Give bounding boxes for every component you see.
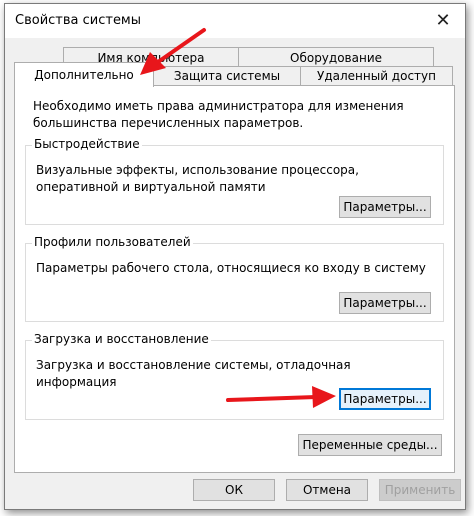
advanced-tab-panel: Необходимо иметь права администратора дл…: [14, 85, 455, 473]
title-bar[interactable]: Свойства системы ✕: [5, 4, 465, 38]
startup-recovery-group: Загрузка и восстановление Загрузка и вос…: [25, 332, 444, 420]
tab-hardware[interactable]: Оборудование: [238, 47, 434, 67]
environment-variables-button[interactable]: Переменные среды...: [298, 434, 442, 456]
cancel-button[interactable]: Отмена: [286, 479, 368, 501]
startup-recovery-description: Загрузка и восстановление системы, отлад…: [36, 358, 351, 389]
apply-button[interactable]: Применить: [379, 479, 461, 501]
startup-recovery-group-title: Загрузка и восстановление: [32, 332, 211, 346]
admin-rights-note: Необходимо иметь права администратора дл…: [33, 99, 404, 130]
close-icon[interactable]: ✕: [421, 4, 465, 36]
user-profiles-group-title: Профили пользователей: [32, 235, 193, 249]
tab-system-protection-label: Защита системы: [173, 69, 281, 83]
ok-button[interactable]: ОК: [193, 479, 275, 501]
tab-advanced-label: Дополнительно: [34, 68, 134, 82]
user-profiles-description: Параметры рабочего стола, относящиеся ко…: [36, 261, 426, 275]
tab-remote[interactable]: Удаленный доступ: [300, 66, 453, 85]
system-properties-window: Свойства системы ✕ Имя компьютера Оборуд…: [4, 3, 466, 510]
tab-advanced[interactable]: Дополнительно: [14, 62, 154, 87]
user-profiles-group: Профили пользователей Параметры рабочего…: [25, 235, 444, 322]
performance-settings-button[interactable]: Параметры...: [339, 196, 431, 218]
tab-hardware-label: Оборудование: [290, 50, 382, 65]
window-title: Свойства системы: [15, 13, 142, 28]
performance-group-title: Быстродействие: [32, 137, 142, 151]
tab-system-protection[interactable]: Защита системы: [153, 66, 301, 85]
startup-recovery-settings-button[interactable]: Параметры...: [339, 388, 431, 410]
performance-description: Визуальные эффекты, использование процес…: [36, 163, 359, 194]
performance-group: Быстродействие Визуальные эффекты, испол…: [25, 137, 444, 225]
tab-remote-label: Удаленный доступ: [317, 69, 436, 83]
user-profiles-settings-button[interactable]: Параметры...: [339, 292, 431, 314]
